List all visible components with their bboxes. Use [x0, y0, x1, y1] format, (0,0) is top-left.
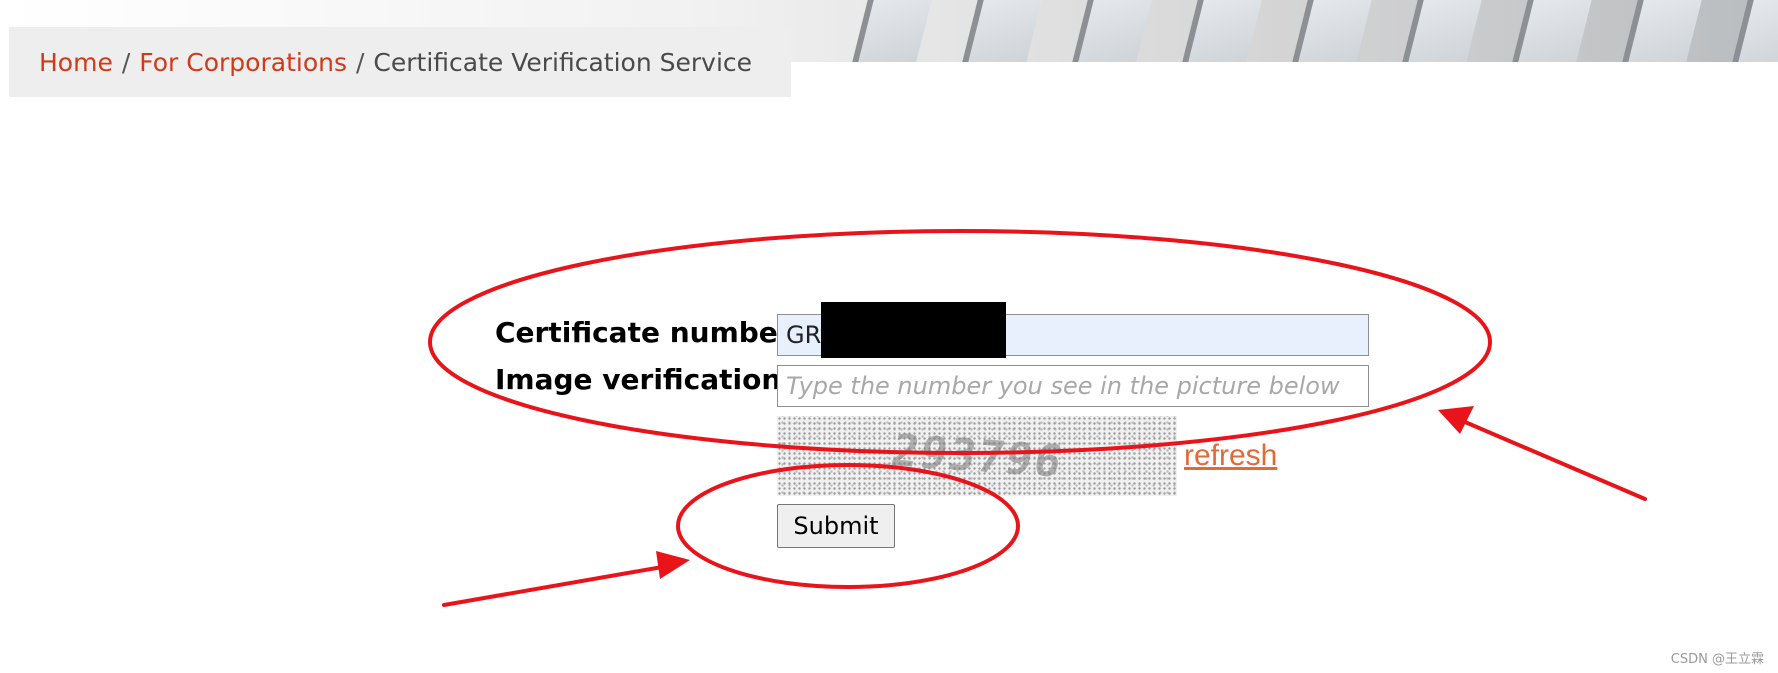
watermark: CSDN @王立霖 [1670, 652, 1764, 667]
annotation-arrow-submit [442, 564, 670, 607]
window-pane-decoration [960, 0, 1044, 62]
breadcrumb-home-link[interactable]: Home [39, 48, 113, 77]
breadcrumb-current-page: Certificate Verification Service [373, 47, 753, 77]
window-pane-decoration [1400, 0, 1484, 62]
annotation-arrowhead-fields [1438, 406, 1474, 434]
captcha-image: 293796 [777, 416, 1177, 496]
window-pane-decoration [1290, 0, 1374, 62]
certificate-number-label: Certificate number [495, 316, 792, 349]
breadcrumb-separator: / [355, 47, 365, 77]
captcha-digits: 293796 [886, 424, 1068, 488]
redaction-box [821, 302, 1006, 358]
annotation-arrowhead-submit [656, 551, 690, 579]
window-pane-decoration [1620, 0, 1704, 62]
breadcrumb: Home / For Corporations / Certificate Ve… [9, 27, 791, 97]
window-pane-decoration [1510, 0, 1594, 62]
window-pane-decoration [1070, 0, 1154, 62]
window-pane-decoration [1180, 0, 1264, 62]
submit-button[interactable]: Submit [777, 504, 895, 548]
annotation-arrow-fields [1456, 417, 1647, 501]
image-verification-input[interactable] [777, 365, 1369, 407]
window-pane-decoration [850, 0, 934, 62]
breadcrumb-corporations-link[interactable]: For Corporations [139, 48, 347, 77]
image-verification-label: Image verification [495, 363, 782, 396]
breadcrumb-separator: / [121, 47, 131, 77]
refresh-captcha-link[interactable]: refresh [1184, 439, 1277, 473]
window-pane-decoration [1730, 0, 1778, 62]
